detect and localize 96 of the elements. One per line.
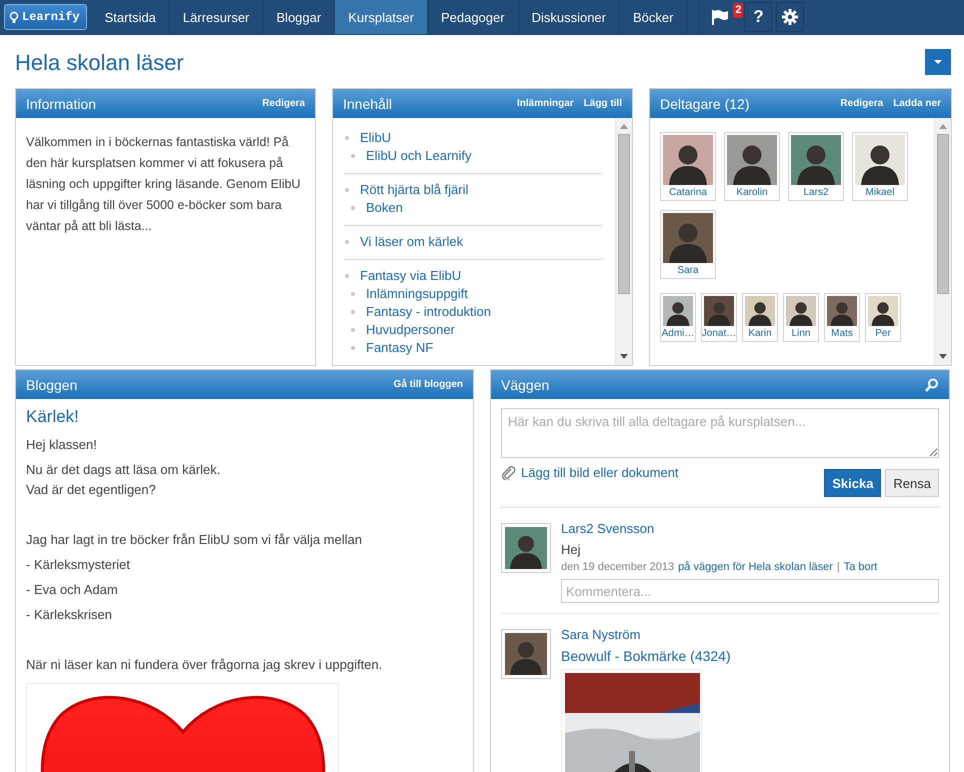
- content-link[interactable]: Rött hjärta blå fjäril: [360, 181, 468, 199]
- panel-title: Bloggen: [26, 376, 78, 392]
- info-text: Välkommen in i böckernas fantastiska värld! På den här kursplatsen kommer vi att fokusera på läsning och uppgifter kring läsande. Genom ElibU har vi tillgång till över 5000 e-böcker som bara väntar på att bli lästa...: [25, 134, 302, 235]
- post-text: - Kärlekskrisen: [26, 606, 113, 624]
- participant-card[interactable]: Karolin: [724, 132, 780, 201]
- participant-name[interactable]: Sara: [677, 263, 699, 278]
- settings-icon[interactable]: [782, 9, 798, 25]
- header-link[interactable]: Redigera: [262, 98, 305, 109]
- author-link[interactable]: Sara Nyström: [561, 627, 640, 642]
- search-icon[interactable]: [925, 378, 939, 392]
- participant-card[interactable]: Linn: [783, 293, 819, 342]
- post-text: - Eva och Adam: [26, 581, 119, 599]
- post-date: den 19 december 2013: [561, 561, 674, 573]
- bullet-icon: [345, 240, 349, 244]
- post-text: Hej: [561, 542, 582, 557]
- panel-title: Väggen: [501, 376, 550, 392]
- participant-name[interactable]: Mats: [831, 326, 853, 341]
- bookmark-link[interactable]: Beowulf - Bokmärke (4324): [561, 648, 939, 664]
- content-link[interactable]: Vi läser om kärlek: [360, 233, 464, 251]
- send-button[interactable]: Skicka: [824, 469, 882, 497]
- wall-link[interactable]: på väggen för Hela skolan läser: [678, 561, 833, 573]
- notification-badge: 2: [733, 3, 744, 18]
- post-title: Kärlek!: [26, 407, 80, 427]
- header-link[interactable]: Lägg till: [584, 98, 622, 109]
- nav-tab[interactable]: Böcker: [620, 0, 688, 34]
- nav-tab[interactable]: Pedagoger: [428, 0, 519, 34]
- content-link[interactable]: Inlämningsuppgift: [366, 285, 468, 303]
- separator: |: [836, 561, 840, 573]
- content-link[interactable]: Fantasy NF: [366, 339, 434, 357]
- participant-name[interactable]: Karin: [748, 326, 772, 341]
- post-text: När ni läser kan ni fundera över frågorna jag skrev i uppgiften.: [26, 656, 384, 674]
- attach-link[interactable]: Lägg till bild eller dokument: [521, 465, 679, 480]
- participant-name[interactable]: Jonat…: [702, 326, 736, 341]
- content-link[interactable]: Fantasy via ElibU: [360, 267, 462, 285]
- participant-card[interactable]: Sara: [660, 210, 716, 279]
- logo-button[interactable]: Learnify: [4, 4, 87, 30]
- comment-field[interactable]: Kommentera...: [561, 579, 939, 603]
- bullet-icon: [351, 206, 355, 210]
- participant-name[interactable]: Admi…: [662, 326, 694, 341]
- bullet-icon: [351, 346, 355, 350]
- delete-link[interactable]: Ta bort: [844, 561, 878, 573]
- participant-name[interactable]: Mikael: [866, 185, 894, 200]
- clear-button[interactable]: Rensa: [885, 469, 939, 497]
- post-text: Hej klassen!: [26, 436, 98, 454]
- content-link[interactable]: Huvudpersoner: [366, 321, 455, 339]
- participant-name[interactable]: Linn: [792, 326, 810, 341]
- bullet-icon: [345, 136, 349, 140]
- nav-tab[interactable]: Diskussioner: [518, 0, 620, 34]
- header-link[interactable]: Ladda ner: [893, 98, 941, 109]
- participant-card[interactable]: Catarina: [660, 132, 716, 201]
- dropdown-button[interactable]: [925, 48, 951, 74]
- logo-text: Learnify: [22, 10, 80, 24]
- post-text: Jag har lagt in tre böcker från ElibU som vi får välja mellan: [26, 531, 363, 549]
- post-text: Nu är det dags att läsa om kärlek.: [26, 461, 222, 479]
- participant-card[interactable]: Jonat…: [701, 293, 737, 342]
- bullet-icon: [345, 188, 349, 192]
- participant-card[interactable]: Mikael: [852, 132, 908, 201]
- bullet-icon: [351, 310, 355, 314]
- bullet-icon: [351, 154, 355, 158]
- caret-icon: [934, 60, 942, 64]
- content-link[interactable]: ElibU: [360, 129, 392, 147]
- content-link[interactable]: ElibU och Learnify: [366, 147, 472, 165]
- participant-card[interactable]: Per: [865, 293, 901, 342]
- bullet-icon: [345, 274, 349, 278]
- content-link[interactable]: Fantasy - introduktion: [366, 303, 492, 321]
- post-text: - Kärleksmysteriet: [26, 556, 132, 574]
- bullet-icon: [351, 328, 355, 332]
- nav-tab[interactable]: Startsida: [92, 0, 170, 34]
- panel-title: Deltagare (12): [660, 96, 750, 112]
- scrollbar[interactable]: [934, 118, 951, 365]
- nav-tab[interactable]: Lärresurser: [170, 0, 264, 34]
- header-link[interactable]: Gå till bloggen: [394, 379, 463, 390]
- flag-icon[interactable]: [711, 9, 730, 25]
- scrollbar[interactable]: [615, 118, 632, 365]
- bulb-icon: [9, 11, 19, 23]
- nav-tab[interactable]: Kursplatser: [335, 0, 428, 34]
- participant-card[interactable]: Admi…: [660, 293, 696, 342]
- header-link[interactable]: Redigera: [840, 98, 884, 109]
- participant-name[interactable]: Per: [875, 326, 891, 341]
- page-title: Hela skolan läser: [15, 49, 184, 76]
- participant-name[interactable]: Karolin: [736, 185, 768, 200]
- paperclip-icon: [501, 465, 516, 480]
- panel-title: Information: [26, 96, 98, 112]
- header-link[interactable]: Inlämningar: [516, 98, 574, 109]
- author-link[interactable]: Lars2 Svensson: [561, 521, 654, 536]
- message-field[interactable]: Här kan du skriva till alla deltagare på kursplatsen...: [501, 408, 939, 458]
- help-button[interactable]: ?: [744, 2, 772, 32]
- post-text: Vad är det egentligen?: [26, 481, 157, 499]
- participant-card[interactable]: Lars2: [788, 132, 844, 201]
- panel-title: Innehåll: [343, 96, 394, 112]
- participant-card[interactable]: Mats: [824, 293, 860, 342]
- participant-name[interactable]: Lars2: [803, 185, 828, 200]
- participant-card[interactable]: Karin: [742, 293, 778, 342]
- bullet-icon: [351, 292, 355, 296]
- content-link[interactable]: Boken: [366, 199, 403, 217]
- participant-name[interactable]: Catarina: [669, 185, 707, 200]
